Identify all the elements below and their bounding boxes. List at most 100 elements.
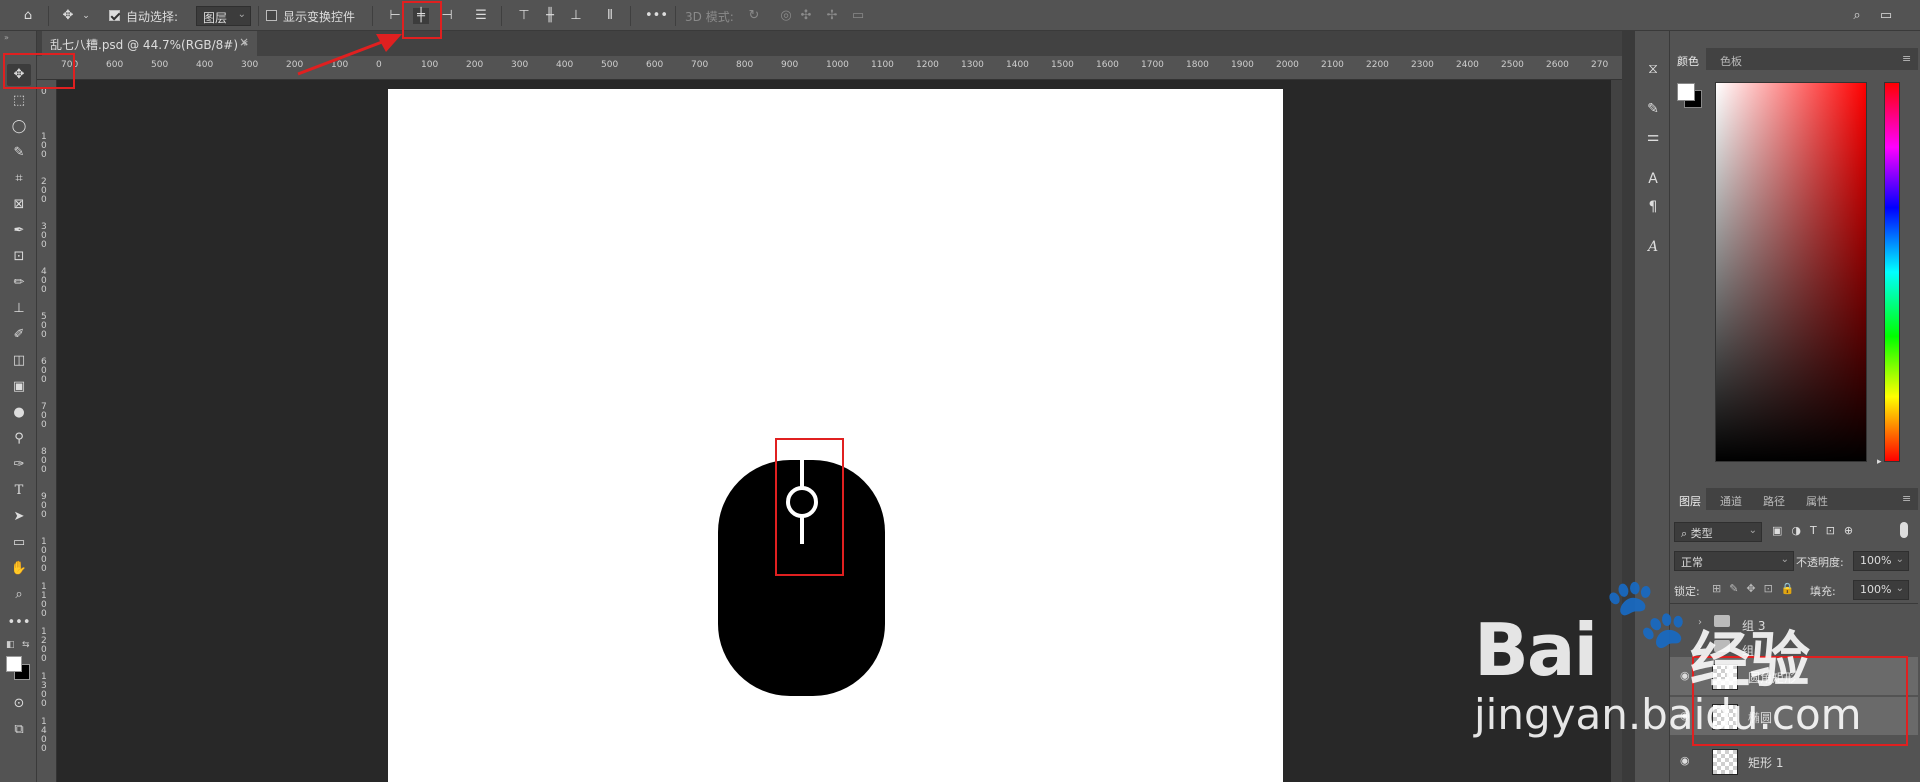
- dodge-icon[interactable]: ⚲: [7, 428, 31, 450]
- zoom-icon[interactable]: ⌕: [7, 584, 31, 606]
- hue-slider-handle[interactable]: ▸: [1877, 457, 1882, 467]
- stamp-icon[interactable]: ⊥: [7, 298, 31, 320]
- eyedropper-icon[interactable]: ✒: [7, 220, 31, 242]
- eye-icon[interactable]: ◉: [1680, 754, 1690, 767]
- crop-icon[interactable]: ⌗: [7, 168, 31, 190]
- tab-layers[interactable]: 图层: [1679, 493, 1701, 509]
- watermark-url: jingyan.baidu.com: [1474, 690, 1862, 739]
- lock-icons[interactable]: ⊞✎✥⊡🔒: [1712, 582, 1803, 595]
- distribute-vertical-icon[interactable]: ⫴: [602, 8, 618, 24]
- marquee-icon[interactable]: ⬚: [7, 90, 31, 112]
- default-colors-icon[interactable]: ◧: [6, 640, 15, 650]
- more-options-button[interactable]: •••: [645, 8, 668, 24]
- quick-mask-icon[interactable]: ⊙: [7, 693, 31, 715]
- more-tools-icon[interactable]: •••: [7, 612, 31, 634]
- ruler-left-tick: 1400: [41, 717, 47, 754]
- color-picker-field[interactable]: [1715, 82, 1867, 462]
- glyphs-icon[interactable]: A: [1643, 238, 1663, 256]
- quick-select-icon[interactable]: ✎: [7, 142, 31, 164]
- layer-filter-icons[interactable]: ▣◑T⊡⊕: [1772, 524, 1862, 537]
- opacity-label: 不透明度:: [1796, 556, 1844, 569]
- pen-icon[interactable]: ✑: [7, 454, 31, 476]
- collapse-icon[interactable]: »: [4, 33, 9, 42]
- divider: [48, 6, 49, 26]
- ruler-top: 700 600 500 400 300 200 100 0 100 200 300 400 500 600…: [37, 56, 1622, 80]
- panel-menu-icon[interactable]: ≡: [1902, 52, 1911, 65]
- hand-icon[interactable]: ✋: [7, 558, 31, 580]
- ruler-left-tick: 1200: [41, 627, 47, 664]
- scale-3d-icon: ▭: [851, 8, 865, 23]
- ruler-left-tick: 100: [41, 132, 47, 160]
- paragraph-icon[interactable]: ¶: [1643, 198, 1663, 216]
- canvas-scrollbar[interactable]: [1611, 80, 1622, 782]
- layer-select-dropdown[interactable]: 图层 ⌄: [196, 6, 251, 26]
- patch-icon[interactable]: ⊡: [7, 246, 31, 268]
- document-title: 乱七八糟.psd @ 44.7%(RGB/8#) *: [50, 38, 248, 52]
- brush-icon[interactable]: ✏: [7, 272, 31, 294]
- blur-icon[interactable]: ●: [7, 402, 31, 424]
- hue-slider[interactable]: [1884, 82, 1900, 462]
- panel-menu-icon[interactable]: ≡: [1902, 492, 1911, 505]
- chevron-down-icon[interactable]: ⌄: [78, 8, 94, 24]
- tab-swatches[interactable]: 色板: [1720, 53, 1742, 69]
- chevron-down-icon: ⌄: [1748, 525, 1757, 536]
- roll-3d-icon: ◎: [780, 8, 792, 23]
- ruler-top-tick: 600: [646, 60, 664, 70]
- screen-mode-icon[interactable]: ⧉: [7, 719, 31, 741]
- tab-channels[interactable]: 通道: [1720, 493, 1742, 509]
- swap-colors-icon[interactable]: ⇆: [22, 640, 30, 650]
- opacity-input[interactable]: 100% ⌄: [1853, 551, 1909, 571]
- divider: [258, 6, 259, 26]
- brush-settings-icon[interactable]: ✎: [1643, 100, 1663, 118]
- tab-color[interactable]: 颜色: [1677, 53, 1699, 69]
- move-tool-icon[interactable]: ✥: [60, 8, 76, 24]
- tab-properties[interactable]: 属性: [1806, 493, 1828, 509]
- history-panel-icon[interactable]: ⧖: [1643, 60, 1663, 78]
- home-icon[interactable]: ⌂: [20, 8, 36, 24]
- gradient-icon[interactable]: ▣: [7, 376, 31, 398]
- ruler-top-tick: 2100: [1321, 60, 1344, 70]
- fill-input[interactable]: 100% ⌄: [1853, 580, 1909, 600]
- align-vertical-center-icon[interactable]: ╫: [542, 8, 558, 24]
- ruler-top-tick: 2000: [1276, 60, 1299, 70]
- ruler-top-tick: 2300: [1411, 60, 1434, 70]
- ruler-top-tick: 800: [736, 60, 754, 70]
- path-select-icon[interactable]: ➤: [7, 506, 31, 528]
- show-transform-checkbox[interactable]: [266, 10, 277, 21]
- shape-icon[interactable]: ▭: [7, 532, 31, 554]
- ruler-top-tick: 100: [421, 60, 439, 70]
- workspace-icon[interactable]: ▭: [1878, 8, 1894, 24]
- blend-mode-dropdown[interactable]: 正常 ⌄: [1674, 551, 1794, 571]
- filter-toggle-icon[interactable]: [1900, 522, 1908, 538]
- align-left-icon[interactable]: ⊢: [387, 8, 403, 24]
- layer-row-rect1[interactable]: ◉ 矩形 1: [1670, 742, 1918, 780]
- foreground-color-swatch[interactable]: [6, 656, 22, 672]
- ruler-top-tick: 1000: [826, 60, 849, 70]
- distribute-icon[interactable]: ☰: [473, 8, 489, 24]
- character-icon[interactable]: A: [1643, 170, 1663, 188]
- adjustments-icon[interactable]: ⚌: [1643, 128, 1663, 146]
- align-top-icon[interactable]: ⊤: [516, 8, 532, 24]
- annotation-canvas-box: [775, 438, 844, 576]
- frame-icon[interactable]: ⊠: [7, 194, 31, 216]
- foreground-color-chip[interactable]: [1677, 83, 1695, 101]
- auto-select-checkbox[interactable]: [109, 10, 120, 21]
- chevron-down-icon: ⌄: [237, 9, 246, 20]
- eye-icon[interactable]: ◉: [1680, 669, 1690, 682]
- document-tab-bar: [37, 31, 1622, 56]
- tab-paths[interactable]: 路径: [1763, 493, 1785, 509]
- ruler-left-tick: 200: [41, 177, 47, 205]
- align-bottom-icon[interactable]: ⊥: [568, 8, 584, 24]
- mode-3d-label: 3D 模式:: [685, 10, 734, 24]
- options-bar: ⌂ ✥ ⌄ 自动选择: 图层 ⌄ 显示变换控件 ⊢ ╪ ⊣ ☰ ⊤ ╫ ⊥ ⫴ …: [0, 0, 1920, 31]
- fill-value: 100%: [1860, 583, 1892, 596]
- lasso-icon[interactable]: ◯: [7, 116, 31, 138]
- history-brush-icon[interactable]: ✐: [7, 324, 31, 346]
- ruler-left-tick: 800: [41, 447, 47, 475]
- eraser-icon[interactable]: ◫: [7, 350, 31, 372]
- type-icon[interactable]: T: [7, 480, 31, 502]
- close-icon[interactable]: ×: [239, 35, 249, 49]
- ruler-top-tick: 900: [781, 60, 799, 70]
- layer-filter-dropdown[interactable]: ⌕ 类型 ⌄: [1674, 522, 1762, 542]
- search-icon[interactable]: ⌕: [1849, 8, 1865, 24]
